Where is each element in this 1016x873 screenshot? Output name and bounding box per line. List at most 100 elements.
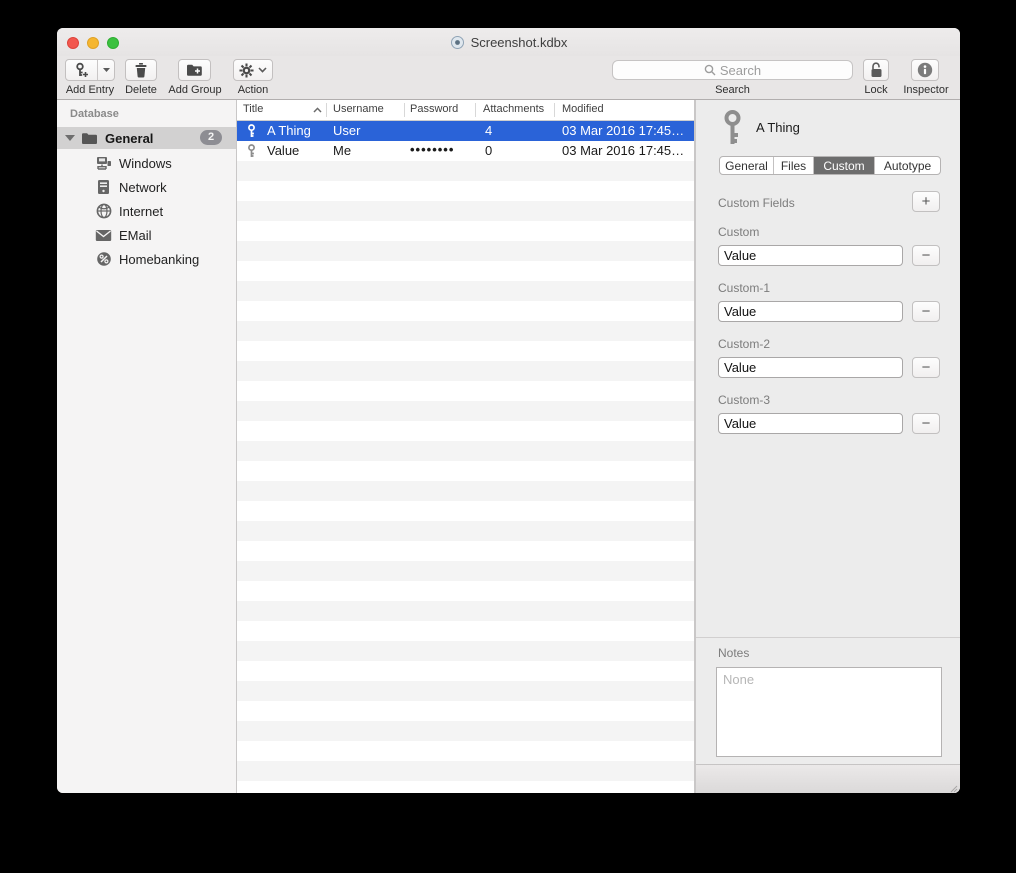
sidebar: Database General 2 Windows Network	[57, 100, 237, 793]
cell-attachments: 4	[485, 123, 492, 138]
action-button[interactable]	[233, 59, 273, 81]
custom-field-label: Custom	[718, 225, 759, 239]
column-header-username[interactable]: Username	[333, 103, 384, 115]
column-separator	[404, 103, 405, 117]
add-entry-button[interactable]	[65, 59, 115, 81]
entry-count-badge: 2	[200, 130, 222, 145]
cell-username: User	[333, 123, 360, 138]
resize-grip-icon[interactable]	[948, 783, 958, 793]
column-header-attachments[interactable]: Attachments	[483, 103, 544, 115]
key-plus-icon	[66, 60, 98, 80]
column-separator	[475, 103, 476, 117]
cell-password: ••••••••	[410, 142, 454, 157]
cell-modified: 03 Mar 2016 17:45…	[562, 143, 684, 158]
inspector-bottom-bar	[696, 764, 960, 793]
folder-icon	[81, 132, 98, 145]
disclosure-triangle-icon[interactable]	[65, 135, 75, 141]
cell-username: Me	[333, 143, 351, 158]
search-placeholder: Search	[720, 63, 761, 78]
notes-label: Notes	[718, 646, 749, 660]
tab-files[interactable]: Files	[774, 157, 814, 174]
table-header: Title Username Password Attachments Modi…	[237, 100, 694, 121]
divider	[696, 637, 960, 638]
trash-icon	[134, 62, 148, 78]
entry-title: A Thing	[756, 120, 800, 135]
custom-field-input[interactable]	[718, 245, 903, 266]
custom-field-input[interactable]	[718, 357, 903, 378]
remove-custom-field-button[interactable]: −	[912, 357, 940, 378]
globe-icon	[95, 203, 112, 220]
tab-autotype[interactable]: Autotype	[875, 157, 940, 174]
window-title: Screenshot.kdbx	[471, 35, 568, 50]
title-bar[interactable]: Screenshot.kdbx	[57, 28, 960, 56]
add-entry-dropdown[interactable]	[98, 60, 114, 80]
entry-key-icon	[721, 110, 744, 151]
chevron-down-icon	[258, 67, 267, 73]
column-header-modified[interactable]: Modified	[562, 103, 604, 115]
document-proxy-icon[interactable]	[450, 35, 465, 50]
desktop: Screenshot.kdbx Add Entry Delete Add Gro…	[0, 0, 1016, 873]
remove-custom-field-button[interactable]: −	[912, 245, 940, 266]
custom-fields-header: Custom Fields	[718, 196, 795, 210]
inspector-tabs: General Files Custom Autotype	[719, 156, 941, 175]
info-icon	[917, 62, 933, 78]
inspector-panel: A Thing General Files Custom Autotype Cu…	[695, 100, 960, 793]
percent-icon	[95, 251, 112, 268]
sort-ascending-icon	[313, 107, 322, 113]
cell-title: Value	[267, 143, 299, 158]
search-label: Search	[612, 84, 853, 96]
minus-icon: −	[922, 359, 931, 376]
sidebar-item-homebanking[interactable]: Homebanking	[57, 247, 236, 271]
add-entry-label: Add Entry	[65, 84, 115, 96]
entry-table: Title Username Password Attachments Modi…	[237, 100, 695, 793]
table-row[interactable]: Value Me •••••••• 0 03 Mar 2016 17:45…	[237, 141, 694, 161]
add-group-label: Add Group	[163, 84, 227, 96]
custom-field-input[interactable]	[718, 413, 903, 434]
table-row[interactable]: A Thing User 4 03 Mar 2016 17:45…	[237, 121, 694, 141]
column-separator	[554, 103, 555, 117]
sidebar-item-internet[interactable]: Internet	[57, 199, 236, 223]
sidebar-item-windows[interactable]: Windows	[57, 151, 236, 175]
cell-modified: 03 Mar 2016 17:45…	[562, 123, 684, 138]
action-label: Action	[233, 84, 273, 96]
add-custom-field-button[interactable]: +	[912, 191, 940, 212]
folder-plus-icon	[186, 63, 203, 77]
remove-custom-field-button[interactable]: −	[912, 301, 940, 322]
remove-custom-field-button[interactable]: −	[912, 413, 940, 434]
cell-attachments: 0	[485, 143, 492, 158]
search-input[interactable]: Search	[612, 60, 853, 80]
delete-label: Delete	[113, 84, 169, 96]
notes-textarea[interactable]	[716, 667, 942, 757]
cell-title: A Thing	[267, 123, 311, 138]
add-group-button[interactable]	[178, 59, 211, 81]
custom-field-input[interactable]	[718, 301, 903, 322]
sidebar-item-general[interactable]: General 2	[57, 127, 236, 149]
lock-button[interactable]	[863, 59, 889, 81]
sidebar-section-header: Database	[70, 108, 119, 120]
key-icon	[246, 144, 257, 161]
envelope-icon	[95, 227, 112, 244]
plus-icon: +	[922, 193, 931, 210]
sidebar-item-network[interactable]: Network	[57, 175, 236, 199]
search-icon	[704, 64, 716, 76]
gear-icon	[239, 63, 254, 78]
table-empty-rows	[237, 161, 694, 793]
column-header-password[interactable]: Password	[410, 103, 458, 115]
windows-network-icon	[95, 155, 112, 172]
padlock-open-icon	[870, 62, 883, 78]
delete-button[interactable]	[125, 59, 157, 81]
column-header-title[interactable]: Title	[243, 103, 263, 115]
inspector-button[interactable]	[911, 59, 939, 81]
toolbar: Add Entry Delete Add Group Action Search…	[57, 56, 960, 100]
custom-field-label: Custom-3	[718, 393, 770, 407]
minus-icon: −	[922, 303, 931, 320]
inspector-label: Inspector	[895, 84, 957, 96]
tab-custom[interactable]: Custom	[814, 157, 875, 174]
server-icon	[95, 179, 112, 196]
tab-general[interactable]: General	[720, 157, 774, 174]
sidebar-item-email[interactable]: EMail	[57, 223, 236, 247]
chevron-down-icon	[102, 67, 111, 73]
app-window: Screenshot.kdbx Add Entry Delete Add Gro…	[57, 28, 960, 793]
minus-icon: −	[922, 415, 931, 432]
custom-field-label: Custom-2	[718, 337, 770, 351]
